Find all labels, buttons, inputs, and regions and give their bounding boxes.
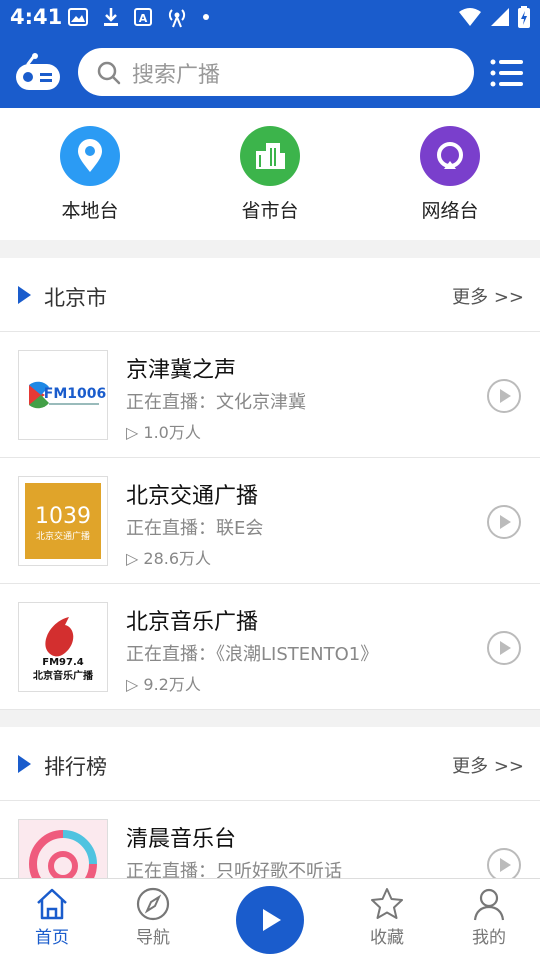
station-name: 北京音乐广播 — [126, 610, 259, 635]
more-link[interactable]: 更多 >> — [452, 752, 524, 778]
tab-favorites[interactable]: 收藏 — [347, 887, 427, 948]
search-placeholder: 搜索广播 — [132, 63, 221, 88]
play-icon — [263, 909, 281, 931]
section-header: 排行榜 更多 >> — [0, 727, 540, 801]
section-title: 北京市 — [44, 286, 107, 310]
antenna-icon — [168, 9, 186, 28]
listener-count: ▷ 28.6万人 — [126, 549, 212, 568]
location-pin-icon — [60, 126, 120, 186]
star-icon — [371, 888, 403, 919]
tab-profile[interactable]: 我的 — [449, 887, 529, 948]
compass-icon — [136, 887, 170, 921]
category-province[interactable]: 省市台 — [210, 126, 330, 223]
battery-icon — [518, 6, 530, 28]
station-row[interactable]: FM1006 京津冀之声 正在直播：文化京津冀 ▷ 1.0万人 — [0, 332, 540, 458]
tab-label: 导航 — [136, 928, 170, 948]
image-icon — [68, 8, 88, 26]
more-link[interactable]: 更多 >> — [452, 283, 524, 309]
play-circle-icon[interactable] — [486, 847, 522, 878]
tab-label: 首页 — [35, 928, 69, 948]
home-icon — [37, 888, 67, 920]
status-notification-icons: A — [68, 6, 210, 28]
tab-home[interactable]: 首页 — [12, 887, 92, 948]
play-circle-icon[interactable] — [486, 504, 522, 540]
svg-text:1039: 1039 — [35, 504, 91, 529]
category-network[interactable]: 网络台 — [390, 126, 510, 223]
top-bar: 4:41 A 搜索广播 — [0, 0, 540, 108]
station-name: 京津冀之声 — [126, 358, 237, 383]
category-label: 本地台 — [61, 200, 119, 222]
svg-text:北京音乐广播: 北京音乐广播 — [33, 669, 94, 682]
tab-label: 我的 — [472, 928, 506, 948]
tab-navigation[interactable]: 导航 — [113, 887, 193, 948]
section-rankings: 排行榜 更多 >> 清晨音乐台 正在直播：只听好歌不听话 — [0, 727, 540, 878]
station-logo: FM97.4 北京音乐广播 — [18, 602, 108, 692]
radio-logo-icon[interactable] — [14, 52, 62, 92]
station-logo: FM1006 — [18, 350, 108, 440]
category-local[interactable]: 本地台 — [30, 126, 150, 223]
svg-text:FM1006: FM1006 — [44, 386, 106, 402]
station-live-program: 正在直播：只听好歌不听话 — [126, 861, 342, 878]
station-live-program: 正在直播：《浪潮LISTENTO1》 — [126, 644, 379, 665]
section-beijing: 北京市 更多 >> FM1006 京津冀之声 正在直播：文化京津冀 ▷ 1.0万… — [0, 258, 540, 710]
status-time: 4:41 — [10, 5, 63, 29]
station-logo: 1039 北京交通广播 — [18, 476, 108, 566]
triangle-marker-icon — [18, 755, 31, 773]
station-name: 北京交通广播 — [126, 484, 259, 509]
buildings-icon — [240, 126, 300, 186]
wifi-icon — [459, 8, 481, 26]
search-icon — [97, 61, 121, 85]
listener-count: ▷ 1.0万人 — [126, 423, 201, 442]
station-row[interactable]: 清晨音乐台 正在直播：只听好歌不听话 — [0, 801, 540, 878]
status-bar: 4:41 A — [0, 0, 540, 36]
dot-icon — [203, 14, 209, 20]
station-live-program: 正在直播：联E会 — [126, 518, 264, 539]
category-shortcuts: 本地台 省市台 网络台 — [0, 108, 540, 240]
center-play-button[interactable] — [236, 886, 304, 954]
font-icon: A — [134, 8, 152, 26]
menu-list-icon[interactable] — [490, 58, 524, 88]
listener-count: ▷ 9.2万人 — [126, 675, 201, 694]
play-circle-icon[interactable] — [486, 378, 522, 414]
play-circle-icon[interactable] — [486, 630, 522, 666]
status-system-icons — [458, 6, 530, 28]
section-header: 北京市 更多 >> — [0, 258, 540, 332]
station-row[interactable]: 1039 北京交通广播 北京交通广播 正在直播：联E会 ▷ 28.6万人 — [0, 458, 540, 584]
signal-icon — [491, 8, 509, 26]
station-live-program: 正在直播：文化京津冀 — [126, 392, 306, 413]
network-icon — [420, 126, 480, 186]
category-label: 网络台 — [421, 200, 479, 222]
tab-label: 收藏 — [370, 928, 404, 948]
station-row[interactable]: FM97.4 北京音乐广播 北京音乐广播 正在直播：《浪潮LISTENTO1》 … — [0, 584, 540, 710]
user-icon — [473, 888, 505, 921]
category-label: 省市台 — [241, 200, 299, 222]
triangle-marker-icon — [18, 286, 31, 304]
search-input[interactable]: 搜索广播 — [78, 48, 474, 96]
station-logo — [18, 819, 108, 878]
svg-text:北京交通广播: 北京交通广播 — [36, 530, 90, 542]
svg-text:FM97.4: FM97.4 — [42, 657, 83, 668]
svg-text:A: A — [139, 12, 148, 25]
station-name: 清晨音乐台 — [126, 827, 237, 852]
download-icon — [104, 8, 118, 26]
section-title: 排行榜 — [44, 755, 107, 779]
